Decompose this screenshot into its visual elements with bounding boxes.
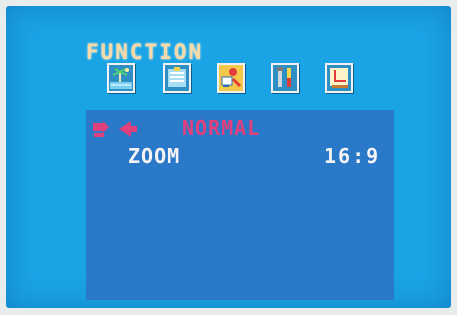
function-icon[interactable] xyxy=(217,63,245,93)
picture-icon[interactable] xyxy=(107,63,135,93)
color-icon[interactable] xyxy=(163,63,191,93)
mode-indicator-icon xyxy=(91,118,139,140)
osd-icon[interactable] xyxy=(325,63,353,93)
zoom-setting-row[interactable]: ZOOM 16:9 xyxy=(86,140,394,170)
osd-screen: FUNCTION NORMAL ZOOM 16:9 xyxy=(6,6,451,308)
menu-title: FUNCTION xyxy=(86,40,204,64)
settings-panel: NORMAL ZOOM 16:9 xyxy=(86,110,394,300)
zoom-value[interactable]: 16:9 xyxy=(324,144,380,168)
tools-icon[interactable] xyxy=(271,63,299,93)
mode-label: NORMAL xyxy=(182,116,261,140)
zoom-label: ZOOM xyxy=(128,144,181,168)
menu-icon-row xyxy=(107,63,357,99)
